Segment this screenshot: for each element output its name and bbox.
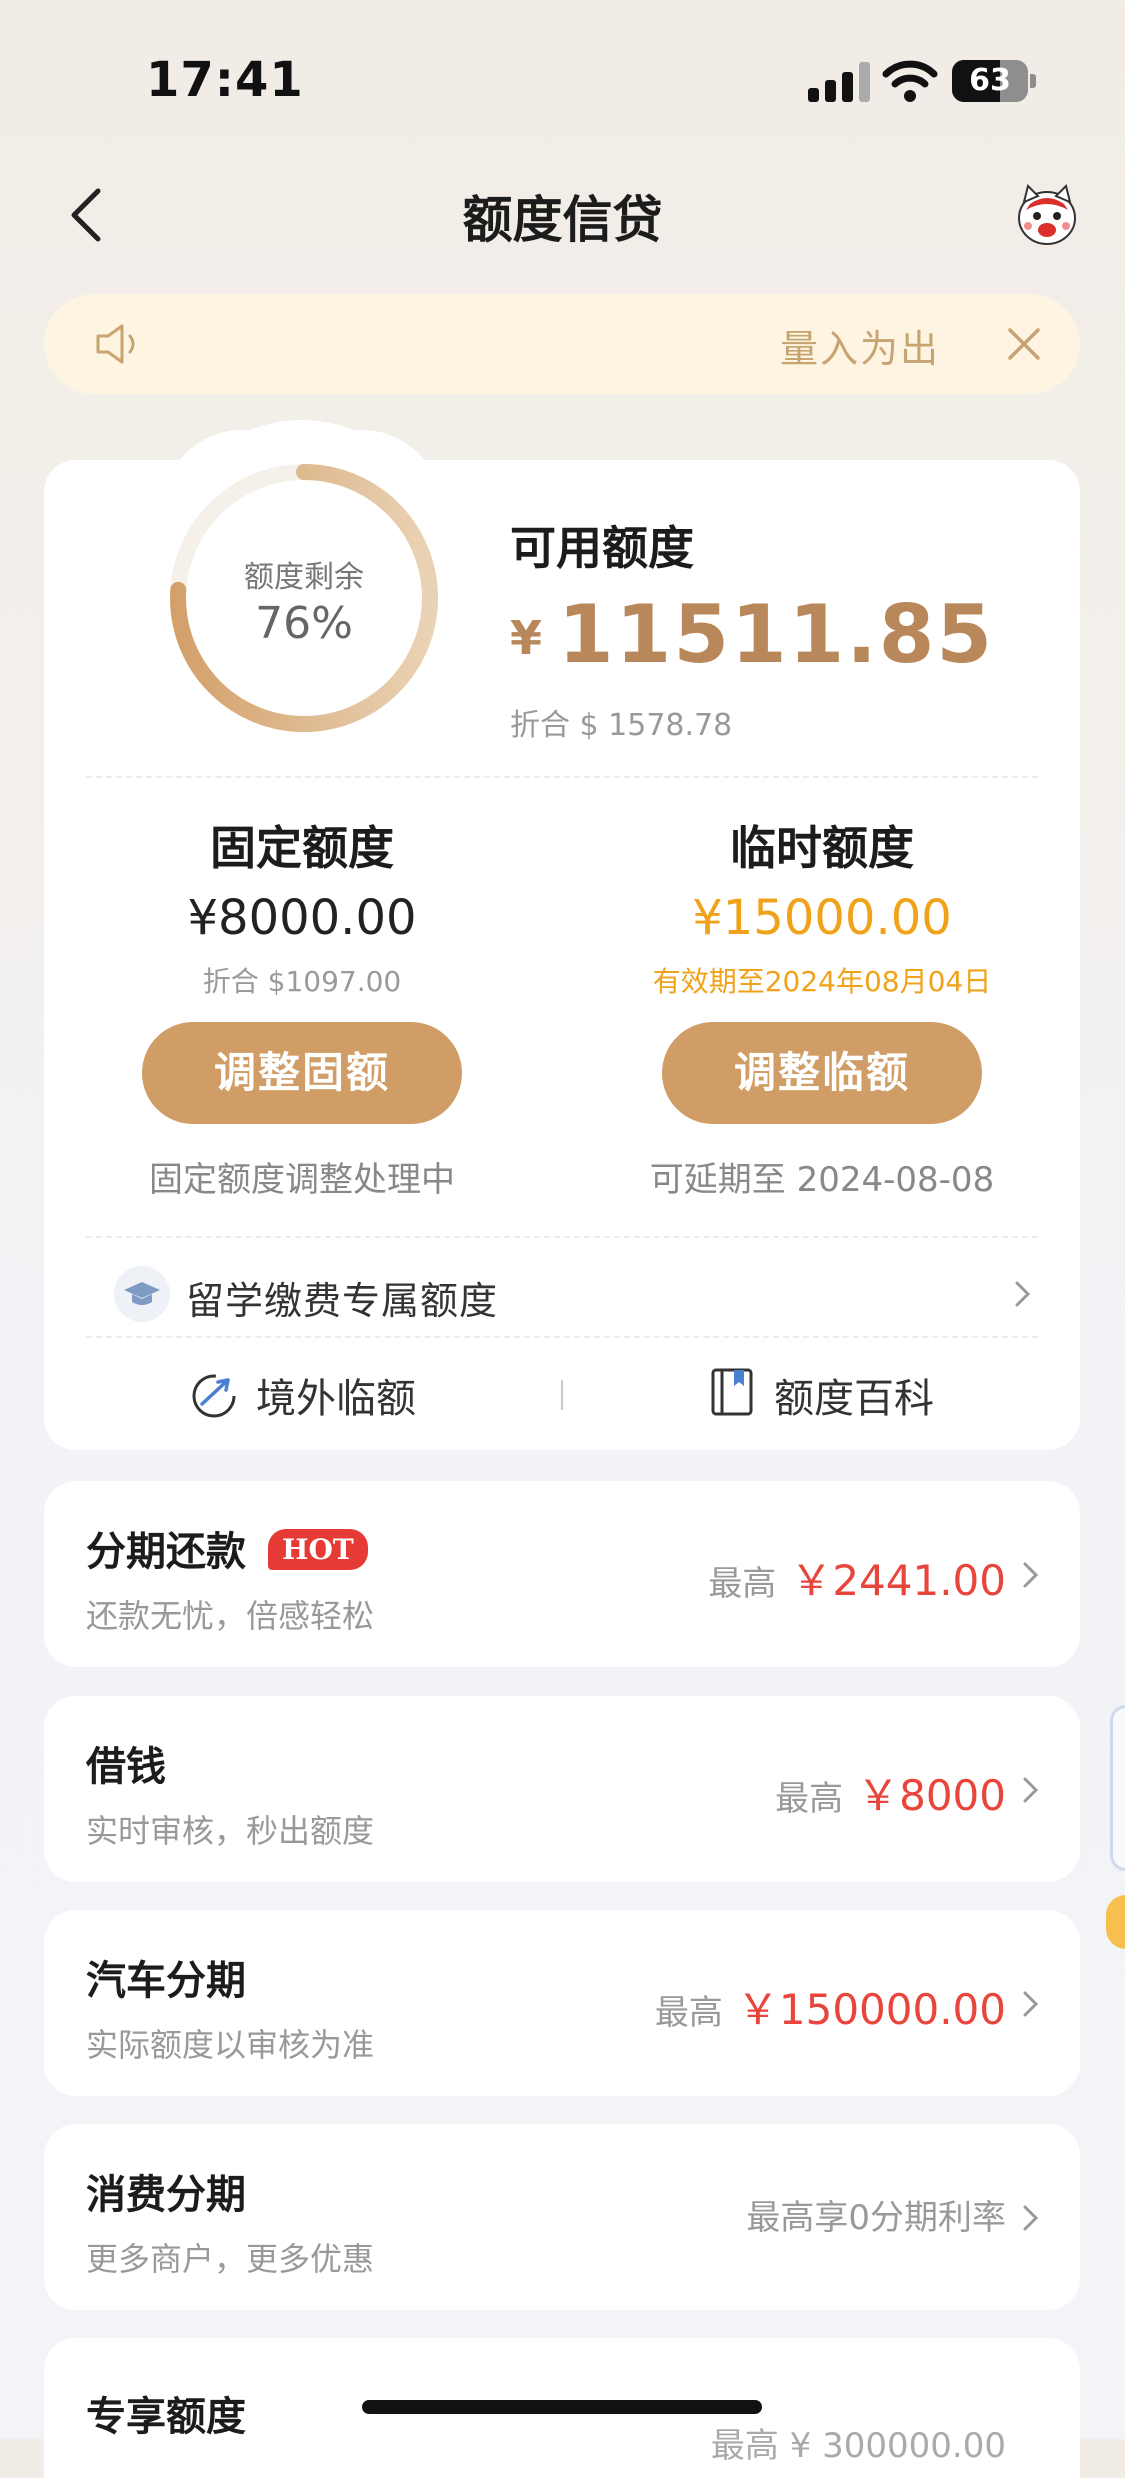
battery-tip — [1030, 74, 1036, 88]
product-title-text: 分期还款 — [86, 1529, 246, 1575]
product-title: 借钱 — [86, 1744, 166, 1790]
cellular-signal-icon — [808, 62, 874, 102]
home-indicator[interactable] — [362, 2400, 762, 2414]
page-title: 额度信贷 — [462, 191, 663, 249]
floating-side-widget[interactable] — [1110, 1705, 1125, 1871]
available-usd: 折合 $ 1578.78 — [510, 708, 733, 743]
max-amount: ￥150000.00 — [736, 1985, 1006, 2034]
fixed-quota-title: 固定额度 — [210, 821, 394, 875]
notice-bar[interactable]: 量入为出 — [44, 294, 1080, 394]
product-card-car-installment[interactable]: 汽车分期 实际额度以审核为准 最高 ￥150000.00 — [44, 1910, 1080, 2096]
graduation-cap-icon — [114, 1266, 170, 1322]
product-max: 最高享0分期利率 — [746, 2198, 1006, 2238]
wifi-icon — [882, 60, 938, 102]
max-prefix: 最高 — [775, 1779, 844, 1819]
adjust-temp-button[interactable]: 调整临额 — [662, 1022, 982, 1124]
product-card-installment[interactable]: 分期还款 HOT 还款无忧，倍感轻松 最高 ￥2441.00 — [44, 1481, 1080, 1667]
separator — [561, 1380, 563, 1410]
product-subtitle: 实时审核，秒出额度 — [86, 1812, 375, 1850]
available-quota-label: 可用额度 — [510, 521, 694, 575]
max-prefix: 最高 — [708, 1564, 777, 1604]
temp-quota-note: 可延期至 2024-08-08 — [649, 1160, 995, 1200]
book-icon — [711, 1368, 753, 1416]
product-title: 分期还款 HOT — [86, 1519, 368, 1577]
divider — [86, 1236, 1038, 1238]
max-amount: ￥2441.00 — [790, 1556, 1006, 1605]
floating-coin-button[interactable] — [1106, 1895, 1125, 1949]
fixed-quota-usd: 折合 $1097.00 — [202, 965, 402, 998]
available-amount-value: 11511.85 — [558, 588, 995, 681]
product-subtitle: 还款无忧，倍感轻松 — [86, 1597, 375, 1635]
temp-quota-title: 临时额度 — [730, 821, 914, 875]
overseas-temp-quota-link[interactable]: 境外临额 — [256, 1366, 416, 1424]
fixed-quota-amount: ¥8000.00 — [187, 890, 417, 946]
chevron-right-icon[interactable] — [1012, 1278, 1034, 1310]
mascot-service-icon[interactable] — [1012, 180, 1082, 250]
quota-wiki-link[interactable]: 额度百科 — [774, 1366, 934, 1424]
ring-percent: 76% — [255, 598, 353, 649]
overseas-plane-icon — [192, 1374, 236, 1418]
chevron-right-icon — [1023, 1562, 1039, 1588]
product-max: 最高 ￥8000 — [775, 1762, 1006, 1823]
available-quota-amount: ¥11511.85 — [510, 588, 994, 681]
max-amount: ￥8000 — [857, 1771, 1006, 1820]
divider — [86, 776, 1038, 778]
battery-level: 63 — [969, 63, 1011, 98]
product-card-borrow[interactable]: 借钱 实时审核，秒出额度 最高 ￥8000 — [44, 1696, 1080, 1882]
currency-symbol: ¥ — [510, 611, 545, 665]
close-icon[interactable] — [1004, 324, 1044, 364]
product-title: 汽车分期 — [86, 1958, 246, 2004]
product-subtitle: 更多商户，更多优惠 — [86, 2240, 375, 2278]
product-max: 最高 ￥150000.00 — [655, 1976, 1006, 2037]
notice-text: 量入为出 — [779, 327, 940, 371]
chevron-right-icon — [1023, 1991, 1039, 2017]
speaker-icon — [96, 324, 135, 364]
divider — [86, 1336, 1038, 1338]
product-max: 最高 ￥2441.00 — [708, 1547, 1006, 1608]
hot-badge: HOT — [268, 1529, 368, 1570]
chevron-right-icon — [1023, 2205, 1039, 2231]
chevron-right-icon — [1023, 1777, 1039, 1803]
product-subtitle: 实际额度以审核为准 — [86, 2026, 375, 2064]
product-max: 最高 ¥ 300000.00 — [710, 2426, 1006, 2466]
adjust-fixed-button[interactable]: 调整固额 — [142, 1022, 462, 1124]
status-time: 17:41 — [146, 52, 304, 108]
study-abroad-link[interactable]: 留学缴费专属额度 — [186, 1270, 498, 1325]
temp-quota-amount: ¥15000.00 — [692, 890, 952, 946]
product-title: 专享额度 — [86, 2394, 246, 2440]
product-title: 消费分期 — [86, 2172, 246, 2218]
fixed-quota-note: 固定额度调整处理中 — [149, 1160, 455, 1200]
product-card-consumer-installment[interactable]: 消费分期 更多商户，更多优惠 最高享0分期利率 — [44, 2124, 1080, 2310]
temp-quota-validity: 有效期至2024年08月04日 — [652, 965, 992, 998]
max-prefix: 最高 — [654, 1993, 723, 2033]
ring-label: 额度剩余 — [244, 560, 364, 595]
battery-icon: 63 — [952, 60, 1028, 102]
